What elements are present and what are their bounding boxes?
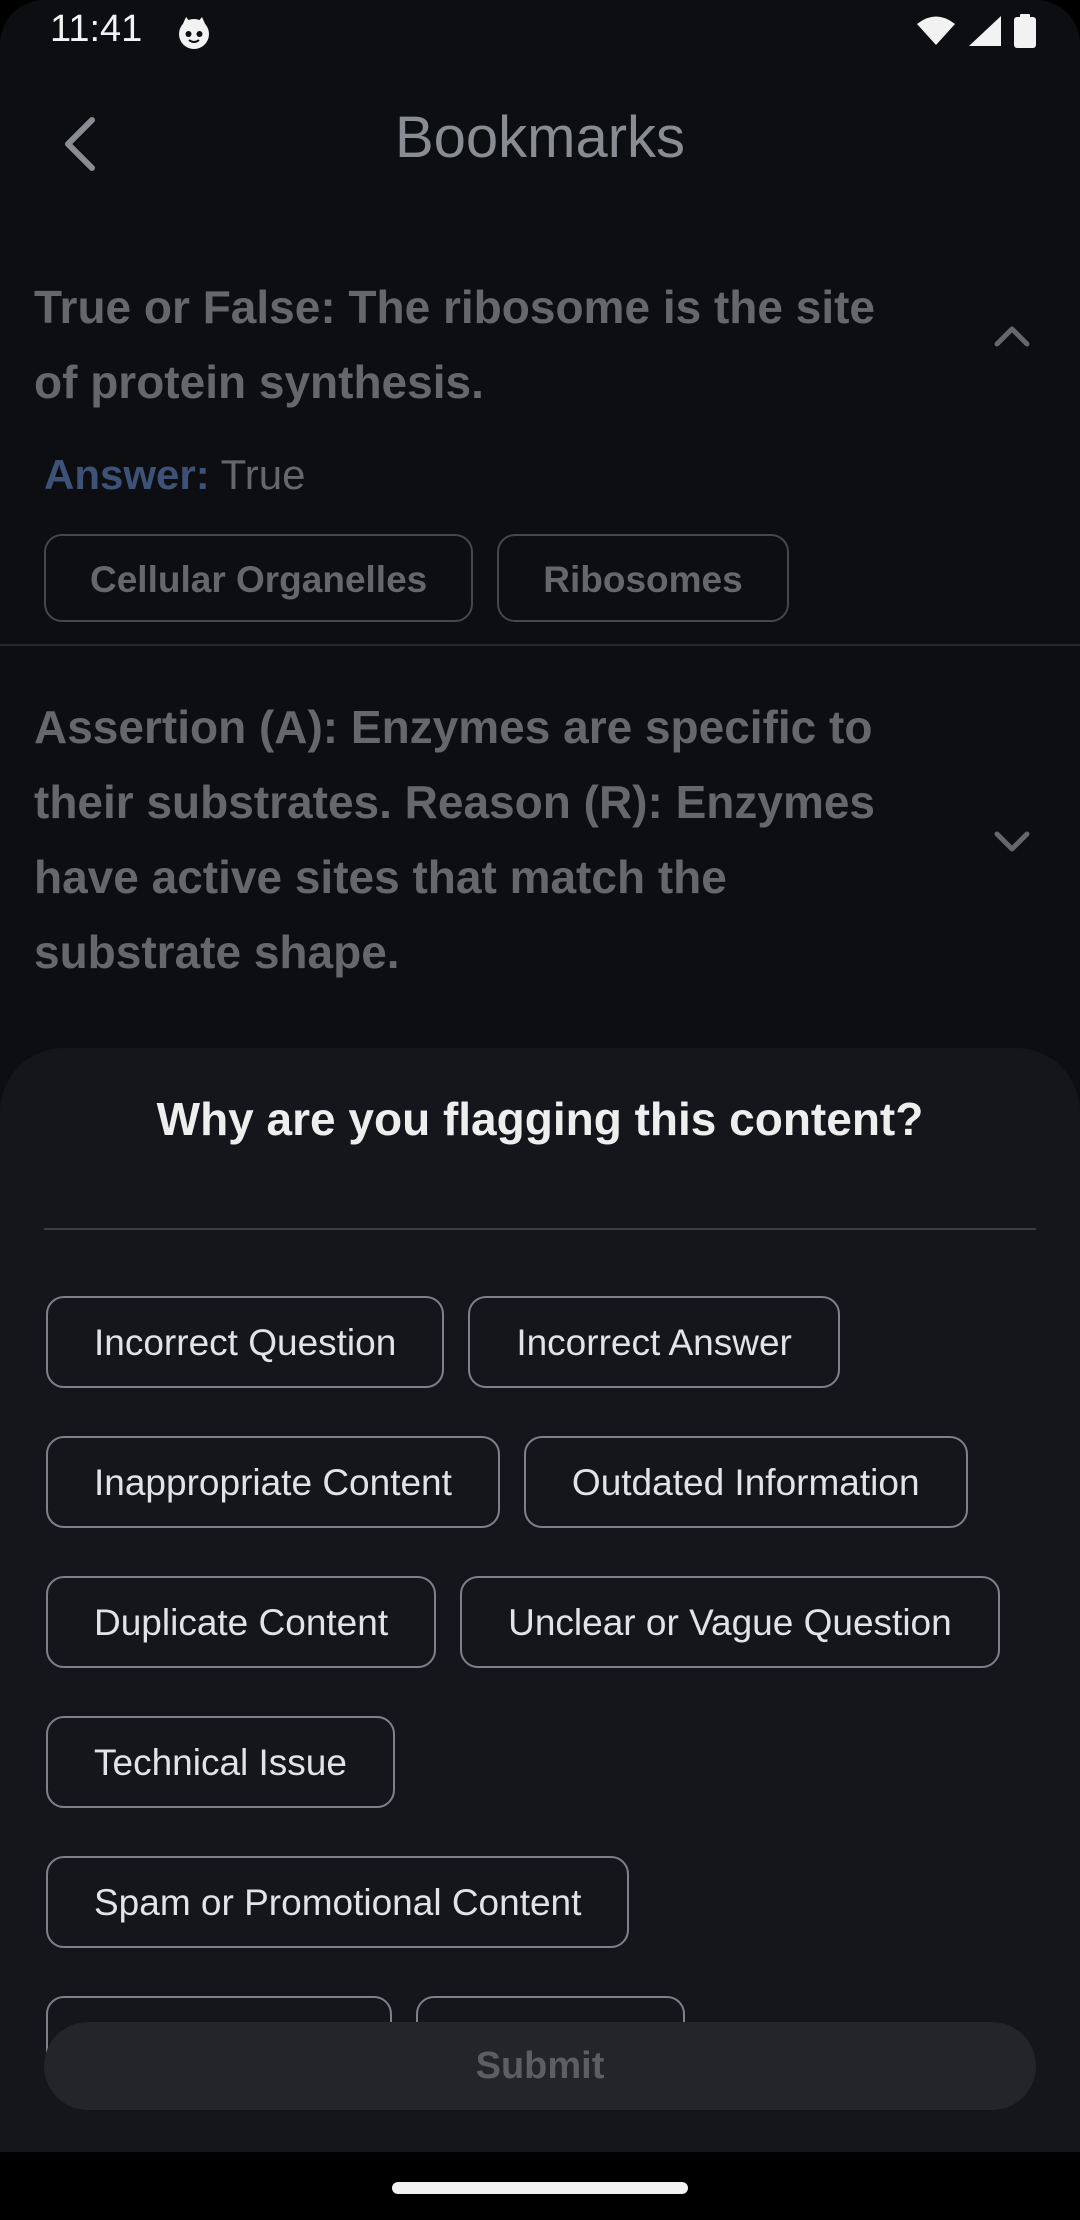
sheet-title: Why are you flagging this content? [156,1093,924,1145]
tag-chip[interactable]: Cellular Organelles [44,534,474,622]
expand-button[interactable] [982,812,1042,872]
status-bar: 11:41 [0,0,1080,66]
answer-value: True [220,451,306,498]
reason-chip-outdated-information[interactable]: Outdated Information [523,1436,968,1528]
app-notification-icon [176,16,212,55]
reason-chip-incorrect-question[interactable]: Incorrect Question [46,1296,445,1388]
signal-icon [968,15,1002,52]
tag-chip[interactable]: Ribosomes [497,534,789,622]
tag-row: Cellular Organelles Ribosomes [0,510,1080,622]
sheet-divider [44,1228,1036,1230]
wifi-icon [916,15,956,52]
flag-bottom-sheet: Why are you flagging this content? Incor… [0,1048,1080,2152]
reason-chip-duplicate-content[interactable]: Duplicate Content [46,1576,437,1668]
battery-icon [1014,14,1036,53]
status-time: 11:41 [50,8,143,50]
answer-row: Answer: True [0,420,1080,510]
collapse-button[interactable] [982,306,1042,366]
bookmark-card[interactable]: True or False: The ribosome is the site … [0,240,1080,646]
reason-chip-unclear-question[interactable]: Unclear or Vague Question [460,1576,1000,1668]
bookmark-list: True or False: The ribosome is the site … [0,240,1080,990]
page-title: Bookmarks [394,105,686,170]
home-indicator[interactable] [392,2182,688,2194]
chevron-up-icon [994,326,1030,347]
chevron-down-icon [994,831,1030,852]
reason-chip-inappropriate-content[interactable]: Inappropriate Content [46,1436,500,1528]
status-icons [916,14,1036,53]
navigation-bar [0,2152,1080,2220]
reason-chip-incorrect-answer[interactable]: Incorrect Answer [468,1296,840,1388]
bookmark-question: True or False: The ribosome is the site … [34,281,876,408]
flag-reason-list: Incorrect Question Incorrect Answer Inap… [46,1296,1046,2088]
reason-chip-spam[interactable]: Spam or Promotional Content [46,1856,630,1948]
bookmark-card[interactable]: Assertion (A): Enzymes are specific to t… [0,646,1080,990]
top-app-bar: Bookmarks [0,80,1080,204]
bookmark-question: Assertion (A): Enzymes are specific to t… [34,701,876,978]
screen: 11:41 Bookmarks True or False: The ribos… [0,0,1080,2220]
reason-chip-technical-issue[interactable]: Technical Issue [46,1716,395,1808]
submit-button[interactable]: Submit [44,2022,1036,2110]
answer-label: Answer: [44,451,210,498]
